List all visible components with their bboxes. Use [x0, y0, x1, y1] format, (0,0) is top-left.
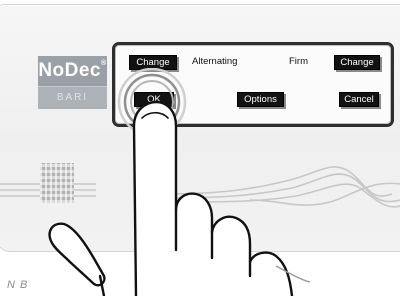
caption-initials: N B: [7, 279, 29, 291]
pointing-hand-icon: [48, 100, 311, 296]
